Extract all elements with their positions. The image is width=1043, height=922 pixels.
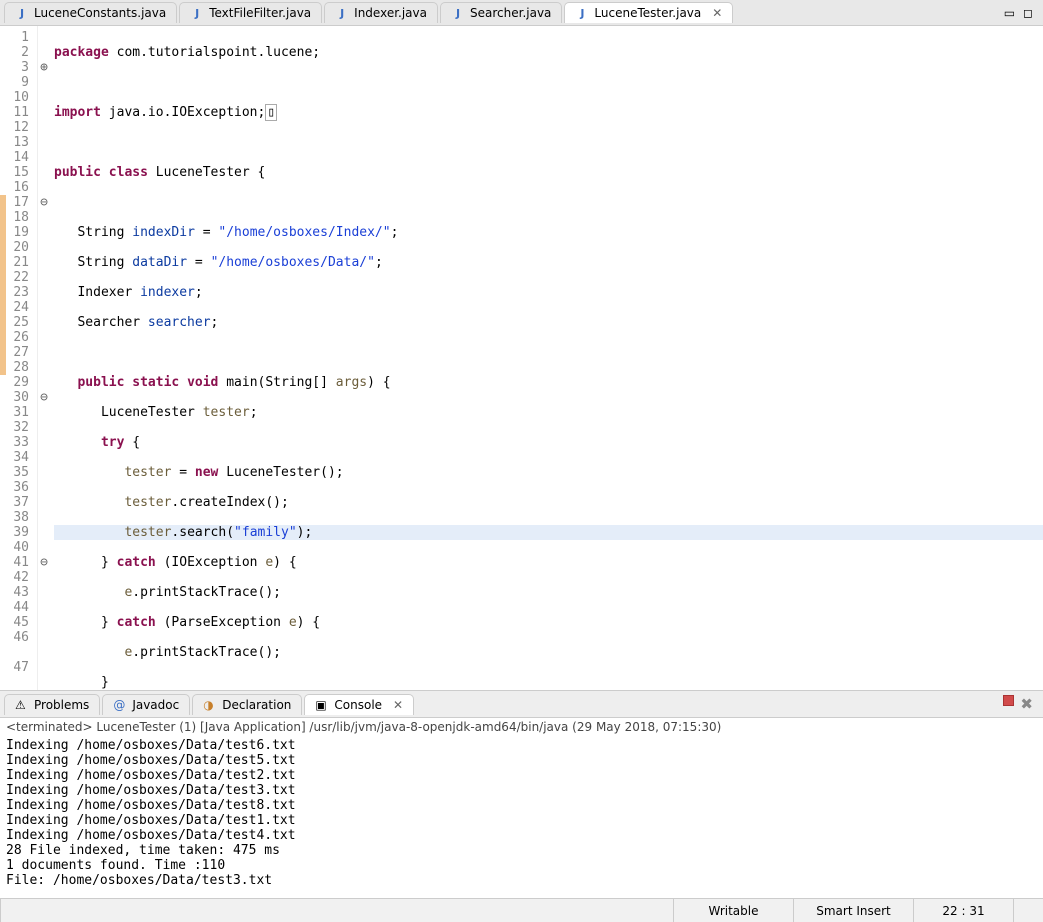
tab-lucene-tester[interactable]: J LuceneTester.java ✕ (564, 2, 733, 23)
fold-annotation-column[interactable]: ⊕⊖⊖⊖ (38, 26, 50, 690)
console-toolbar: ✖ (1003, 695, 1039, 713)
code-editor[interactable]: 1239101112131415161718192021222324252627… (0, 26, 1043, 690)
tab-declaration[interactable]: ◑ Declaration (192, 694, 302, 715)
problems-icon: ⚠ (15, 698, 29, 712)
console-icon: ▣ (315, 698, 329, 712)
console-output[interactable]: Indexing /home/osboxes/Data/test6.txt In… (0, 736, 1043, 898)
tab-label: LuceneTester.java (594, 6, 701, 20)
tab-label: LuceneConstants.java (34, 6, 166, 20)
java-file-icon: J (190, 6, 204, 20)
tab-problems[interactable]: ⚠ Problems (4, 694, 100, 715)
java-file-icon: J (575, 6, 589, 20)
status-writable: Writable (673, 899, 793, 922)
status-bar: Writable Smart Insert 22 : 31 (0, 898, 1043, 922)
close-icon[interactable]: ✕ (712, 6, 722, 20)
console-process-header: <terminated> LuceneTester (1) [Java Appl… (0, 718, 1043, 736)
status-cursor-position: 22 : 31 (913, 899, 1013, 922)
tab-javadoc[interactable]: @ Javadoc (102, 694, 190, 715)
tab-indexer[interactable]: J Indexer.java (324, 2, 438, 23)
bottom-view-tab-bar: ⚠ Problems @ Javadoc ◑ Declaration ▣ Con… (0, 690, 1043, 718)
java-file-icon: J (335, 6, 349, 20)
tab-label: Declaration (222, 698, 291, 712)
code-content[interactable]: package com.tutorialspoint.lucene; impor… (50, 26, 1043, 690)
tab-label: Searcher.java (470, 6, 551, 20)
tab-lucene-constants[interactable]: J LuceneConstants.java (4, 2, 177, 23)
java-file-icon: J (15, 6, 29, 20)
tab-text-file-filter[interactable]: J TextFileFilter.java (179, 2, 322, 23)
editor-tab-bar: J LuceneConstants.java J TextFileFilter.… (0, 0, 1043, 26)
tab-label: Console (334, 698, 382, 712)
line-number-gutter[interactable]: 1239101112131415161718192021222324252627… (6, 26, 38, 690)
tab-searcher[interactable]: J Searcher.java (440, 2, 562, 23)
terminate-icon[interactable] (1003, 695, 1014, 706)
declaration-icon: ◑ (203, 698, 217, 712)
remove-all-terminated-icon[interactable]: ✖ (1020, 695, 1033, 713)
editor-window-controls: ▭ ◻ (1004, 6, 1043, 20)
minimize-icon[interactable]: ▭ (1004, 6, 1015, 20)
tab-label: TextFileFilter.java (209, 6, 311, 20)
tab-label: Problems (34, 698, 89, 712)
tab-label: Indexer.java (354, 6, 427, 20)
maximize-icon[interactable]: ◻ (1023, 6, 1033, 20)
java-file-icon: J (451, 6, 465, 20)
status-insert-mode: Smart Insert (793, 899, 913, 922)
javadoc-icon: @ (113, 698, 127, 712)
close-icon[interactable]: ✕ (393, 698, 403, 712)
tab-label: Javadoc (132, 698, 179, 712)
tab-console[interactable]: ▣ Console ✕ (304, 694, 414, 715)
